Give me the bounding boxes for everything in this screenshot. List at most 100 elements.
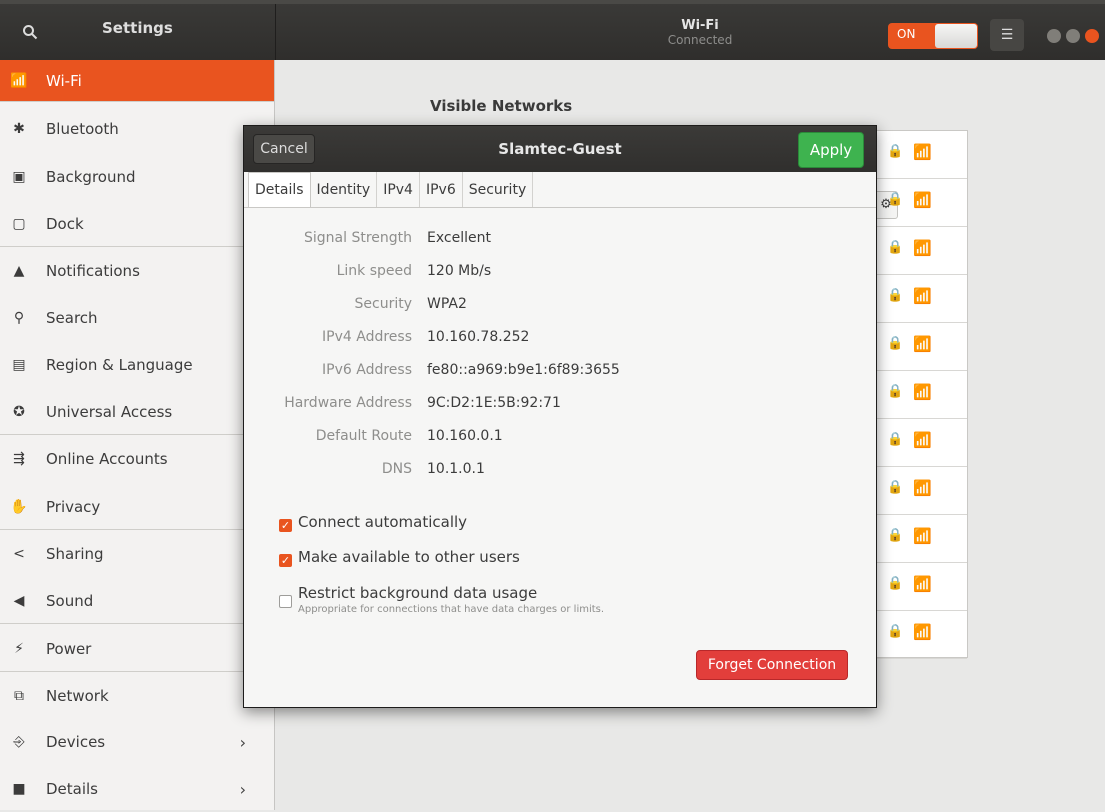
detail-value: WPA2 xyxy=(427,296,467,312)
tab-ipv4[interactable]: IPv4 xyxy=(377,172,420,207)
wifi-signal-icon: 📶 xyxy=(913,143,932,161)
detail-row: Hardware Address 9C:D2:1E:5B:92:71 xyxy=(244,395,876,419)
minimize-window-icon[interactable] xyxy=(1047,29,1061,43)
sidebar-item-search[interactable]: ⚲ Search xyxy=(0,295,274,341)
sidebar-item-online-accounts[interactable]: ⇶ Online Accounts xyxy=(0,436,274,482)
sidebar-item-label: Region & Language xyxy=(46,356,193,374)
devices-icon: ⎆ xyxy=(13,734,25,750)
sidebar-item-details[interactable]: ■ Details › xyxy=(0,766,274,812)
switch-knob xyxy=(935,24,977,48)
sidebar-item-notifications[interactable]: ▲ Notifications xyxy=(0,248,274,294)
details-icon: ■ xyxy=(12,781,26,797)
detail-value: 120 Mb/s xyxy=(427,263,492,279)
sidebar-item-label: Details xyxy=(46,780,99,798)
sidebar-item-wi-fi[interactable]: 📶 Wi-Fi xyxy=(0,60,274,102)
lock-icon: 🔒 xyxy=(887,624,904,639)
lock-icon: 🔒 xyxy=(887,528,904,543)
privacy-hand-icon: ✋ xyxy=(10,498,28,515)
detail-key: Signal Strength xyxy=(303,230,412,246)
detail-row: Security WPA2 xyxy=(244,296,876,320)
wifi-signal-icon: 📶 xyxy=(913,575,932,593)
sidebar-item-privacy[interactable]: ✋ Privacy xyxy=(0,484,274,530)
sidebar-item-label: Privacy xyxy=(46,497,101,516)
forget-connection-button[interactable]: Forget Connection xyxy=(696,650,848,680)
wifi-icon: 📶 xyxy=(10,72,28,89)
lock-icon: 🔒 xyxy=(887,432,904,447)
panel-subtitle: Connected xyxy=(667,33,733,47)
panel-title-block: Wi-Fi Connected xyxy=(480,18,920,48)
tab-ipv6[interactable]: IPv6 xyxy=(420,172,463,207)
tab-details[interactable]: Details xyxy=(248,172,311,207)
detail-key: Security xyxy=(354,296,413,312)
sidebar-item-bluetooth[interactable]: ✱ Bluetooth xyxy=(0,106,274,152)
close-window-icon[interactable] xyxy=(1085,29,1099,43)
region-icon: ▤ xyxy=(12,357,26,373)
sidebar-item-sharing[interactable]: < Sharing xyxy=(0,531,274,577)
lock-icon: 🔒 xyxy=(887,480,904,495)
detail-row: Default Route 10.160.0.1 xyxy=(244,428,876,452)
wifi-power-switch[interactable]: ON xyxy=(888,23,978,49)
detail-value: fe80::a969:b9e1:6f89:3655 xyxy=(427,362,620,378)
sidebar-item-label: Notifications xyxy=(46,262,140,280)
sidebar-item-label: Wi-Fi xyxy=(46,71,82,90)
sidebar-item-label: Devices xyxy=(46,733,106,751)
tab-identity[interactable]: Identity xyxy=(311,172,378,207)
lock-icon: 🔒 xyxy=(887,240,904,255)
detail-value: Excellent xyxy=(427,230,491,246)
connection-dialog: Cancel Slamtec-Guest Apply Details Ident… xyxy=(243,125,877,708)
available-to-others-checkbox[interactable]: ✓ xyxy=(279,554,292,567)
sidebar-item-label: Dock xyxy=(46,214,84,233)
header-bar: Settings Wi-Fi Connected ON ☰ xyxy=(0,0,1105,60)
detail-value: 10.160.78.252 xyxy=(427,329,530,345)
detail-key: IPv4 Address xyxy=(322,329,412,345)
tab-security[interactable]: Security xyxy=(463,172,534,207)
detail-value: 10.160.0.1 xyxy=(427,428,503,444)
app-title: Settings xyxy=(102,19,173,37)
sidebar-item-sound[interactable]: ◀ Sound xyxy=(0,578,274,624)
sidebar-item-universal-access[interactable]: ✪ Universal Access xyxy=(0,389,274,435)
sidebar-item-devices[interactable]: ⎆ Devices › xyxy=(0,719,274,765)
wifi-signal-icon: 📶 xyxy=(913,335,932,353)
wifi-signal-icon: 📶 xyxy=(913,431,932,449)
detail-row: Signal Strength Excellent xyxy=(244,230,876,254)
detail-row: IPv6 Address fe80::a969:b9e1:6f89:3655 xyxy=(244,362,876,386)
online-accounts-icon: ⇶ xyxy=(13,451,25,467)
sidebar-item-background[interactable]: ▣ Background xyxy=(0,154,274,200)
detail-key: IPv6 Address xyxy=(322,362,412,378)
available-to-others-label: Make available to other users xyxy=(298,548,520,566)
detail-key: Link speed xyxy=(336,263,412,279)
wifi-signal-icon: 📶 xyxy=(913,383,932,401)
restrict-background-data-hint: Appropriate for connections that have da… xyxy=(298,604,605,615)
search-icon[interactable] xyxy=(13,17,47,47)
share-icon: < xyxy=(13,546,25,562)
accessibility-icon: ✪ xyxy=(13,403,25,420)
restrict-background-data-checkbox[interactable] xyxy=(279,595,292,608)
sidebar-item-region-language[interactable]: ▤ Region & Language xyxy=(0,342,274,388)
sidebar-item-label: Online Accounts xyxy=(46,450,168,468)
switch-label: ON xyxy=(897,27,916,41)
sidebar-item-network[interactable]: ⧉ Network xyxy=(0,673,274,719)
detail-value: 10.1.0.1 xyxy=(427,461,485,477)
sidebar-item-dock[interactable]: ▢ Dock xyxy=(0,201,274,247)
maximize-window-icon[interactable] xyxy=(1066,29,1080,43)
sidebar-item-label: Background xyxy=(46,168,136,186)
apply-button[interactable]: Apply xyxy=(798,132,864,168)
restrict-background-data-label: Restrict background data usage xyxy=(298,584,538,602)
sidebar-item-label: Search xyxy=(46,309,98,327)
connect-automatically-label: Connect automatically xyxy=(298,513,468,531)
dock-icon: ▢ xyxy=(12,215,26,232)
detail-row: DNS 10.1.0.1 xyxy=(244,461,876,485)
dialog-header: Cancel Slamtec-Guest Apply xyxy=(244,126,876,172)
sidebar: 📶 Wi-Fi ✱ Bluetooth ▣ Background ▢ Dock ▲ Notific… xyxy=(0,60,275,810)
hamburger-menu-icon[interactable]: ☰ xyxy=(990,19,1024,51)
bluetooth-icon: ✱ xyxy=(13,121,25,137)
lock-icon: 🔒 xyxy=(887,192,904,207)
header-left: Settings xyxy=(0,4,276,60)
connect-automatically-checkbox[interactable]: ✓ xyxy=(279,519,292,532)
detail-key: DNS xyxy=(381,461,412,477)
wifi-signal-icon: 📶 xyxy=(913,287,932,305)
sidebar-item-power[interactable]: ⚡ Power xyxy=(0,626,274,672)
wifi-signal-icon: 📶 xyxy=(913,623,932,641)
network-icon: ⧉ xyxy=(14,688,24,704)
bell-icon: ▲ xyxy=(13,263,25,279)
